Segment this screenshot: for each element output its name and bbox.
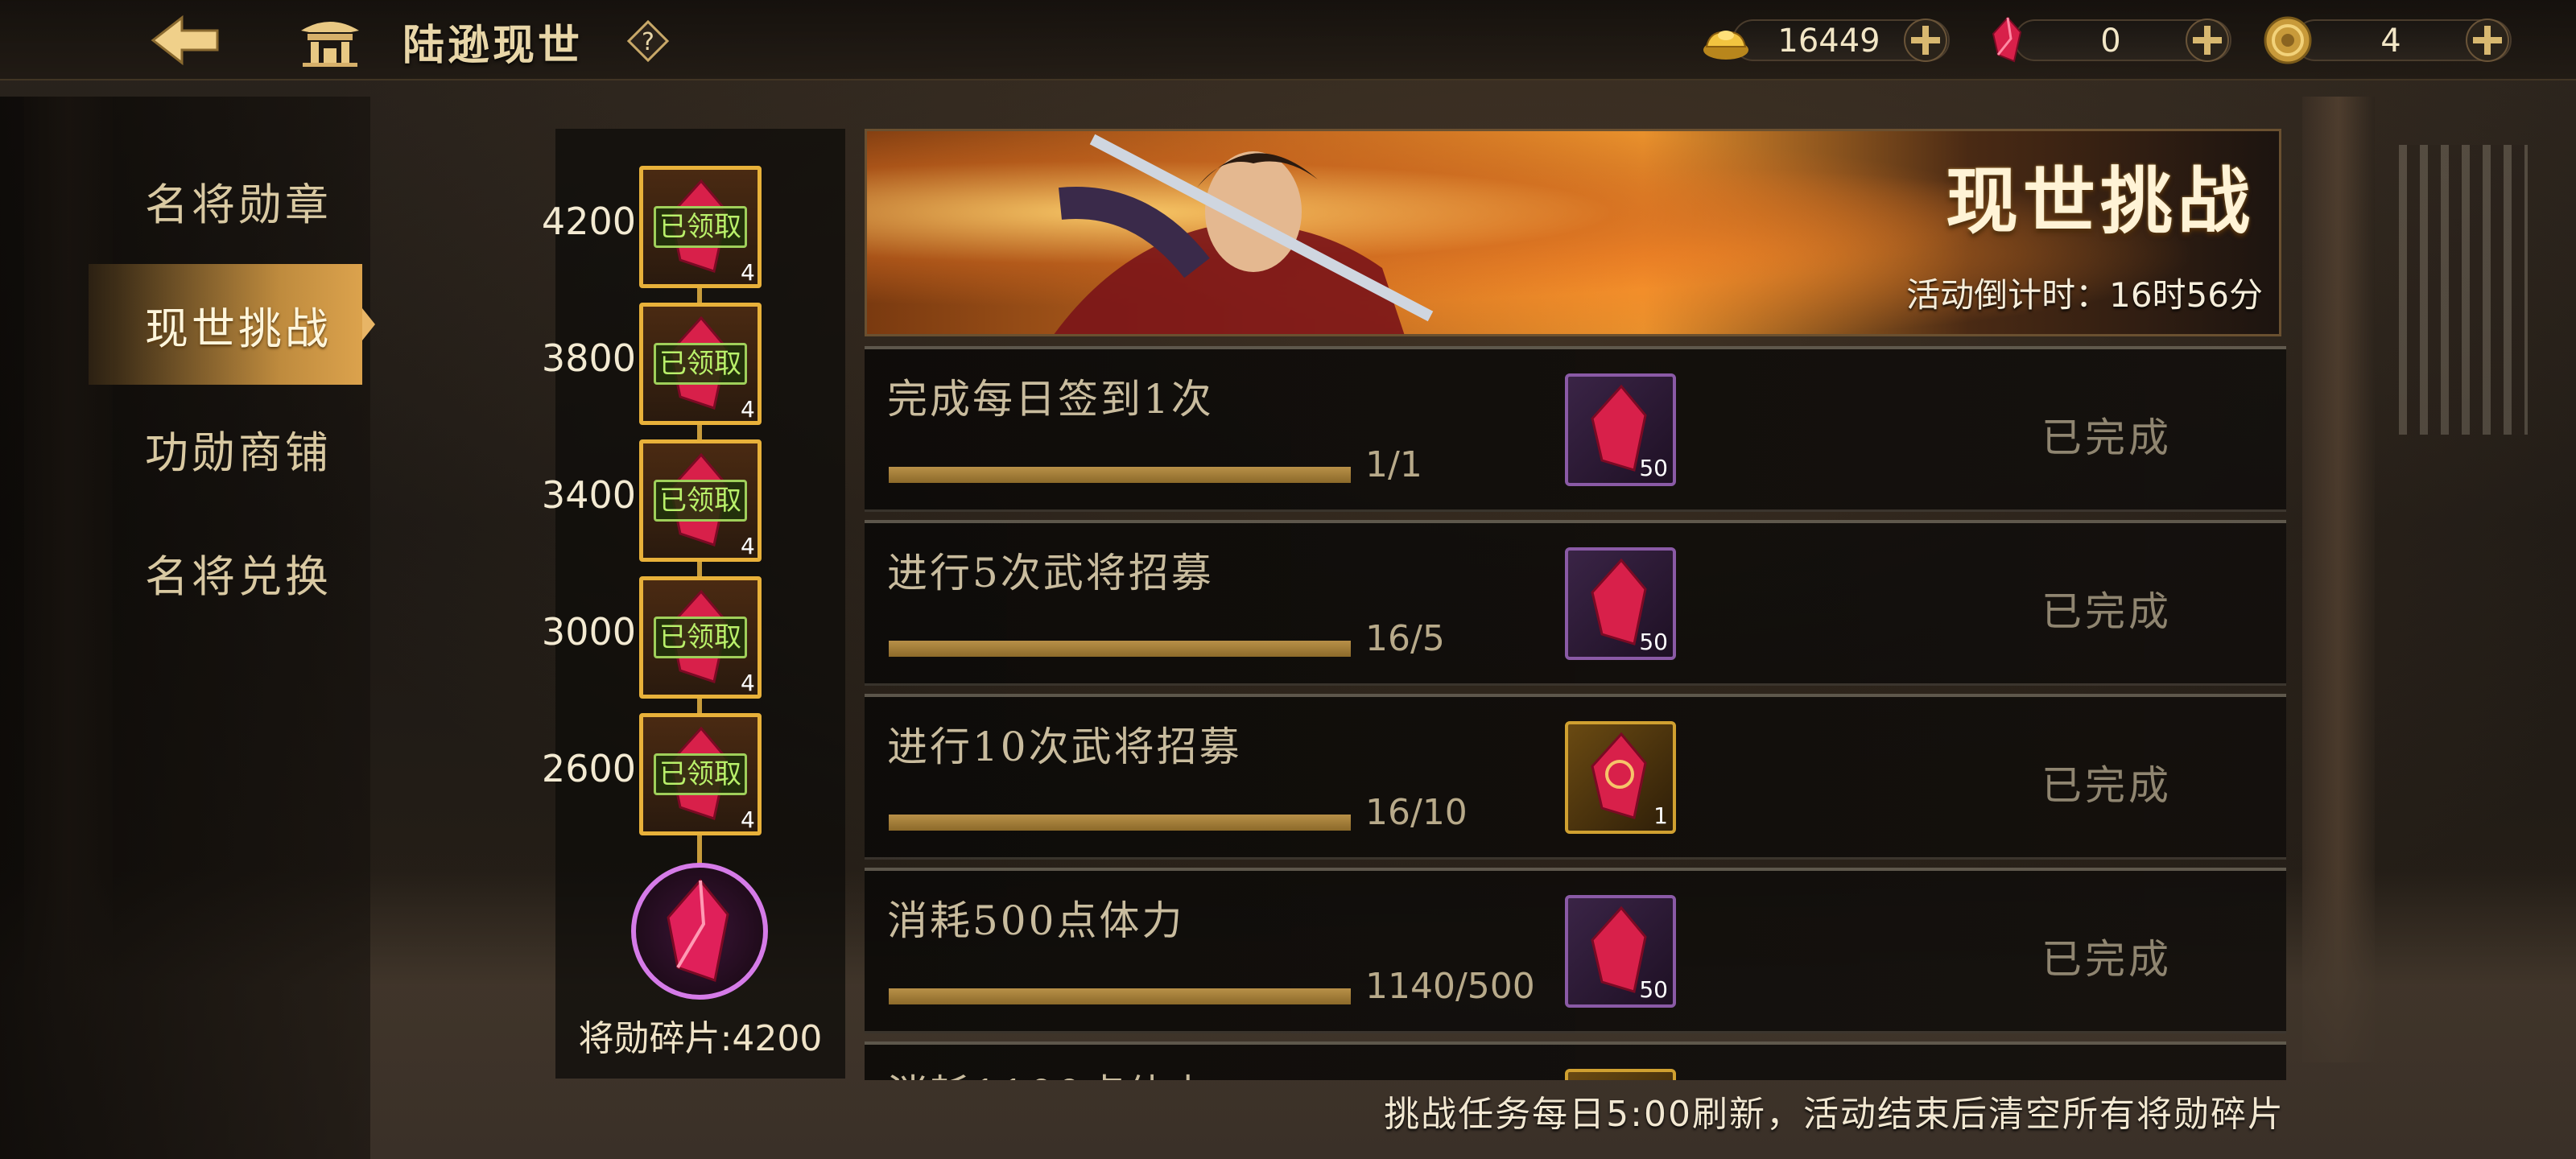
- gold-value: 16449: [1777, 23, 1880, 60]
- task-progress-text: 16/5: [1365, 618, 1445, 659]
- task-progress-bar: [889, 467, 1351, 483]
- menu-item-challenge[interactable]: 现世挑战: [89, 264, 375, 385]
- milestone-item[interactable]: 3000 已领取 4: [515, 576, 773, 699]
- task-name: 进行5次武将招募: [887, 550, 1214, 596]
- task-progress-text: 1/1: [1365, 444, 1422, 485]
- task-progress-fill: [889, 988, 1351, 1004]
- task-row: 完成每日签到1次 1/1 50 已完成: [865, 346, 2286, 512]
- milestone-item[interactable]: 3800 已领取 4: [515, 303, 773, 425]
- task-progress-bar: [889, 988, 1351, 1004]
- task-reward[interactable]: 50: [1565, 373, 1676, 486]
- milestone-points: 3000: [541, 610, 636, 654]
- task-status: 已完成: [2041, 588, 2172, 635]
- coin-value: 4: [2380, 23, 2401, 60]
- reward-quantity: 1: [1653, 802, 1668, 829]
- red-gem-icon: [667, 878, 729, 982]
- task-row: 消耗500点体力 1140/500 50 已完成: [865, 868, 2286, 1033]
- task-progress-fill: [889, 815, 1351, 831]
- menu-item-medals[interactable]: 名将勋章: [89, 140, 362, 261]
- task-progress-text: 1140/500: [1365, 966, 1535, 1007]
- help-icon: ?: [626, 19, 670, 63]
- task-list[interactable]: 完成每日签到1次 1/1 50 已完成 进行5次武将招募 16/5 50 已完成…: [865, 346, 2286, 1080]
- footer-note: 挑战任务每日5:00刷新，活动结束后清空所有将勋碎片: [1384, 1094, 2285, 1135]
- home-button[interactable]: [298, 13, 362, 68]
- help-button[interactable]: ?: [625, 18, 671, 64]
- task-progress-fill: [889, 467, 1351, 483]
- palace-icon: [301, 22, 359, 67]
- menu-item-exchange[interactable]: 名将兑换: [89, 512, 362, 633]
- reward-quantity: 50: [1639, 976, 1668, 1003]
- svg-text:?: ?: [642, 28, 654, 56]
- task-name: 进行10次武将招募: [887, 724, 1242, 770]
- background-window: [2399, 145, 2528, 435]
- task-progress-fill: [889, 641, 1351, 657]
- claimed-badge: 已领取: [654, 753, 747, 795]
- milestone-item[interactable]: 3400 已领取 4: [515, 439, 773, 562]
- fragment-reward[interactable]: [631, 863, 768, 1000]
- milestone-count: 4: [741, 533, 755, 559]
- red-gem-value: 0: [2100, 23, 2121, 60]
- milestone-points: 3800: [541, 336, 636, 380]
- reward-quantity: 50: [1639, 629, 1668, 655]
- claimed-badge: 已领取: [654, 206, 747, 248]
- banner-title: 现世挑战: [1946, 159, 2255, 244]
- task-reward[interactable]: [1565, 1069, 1676, 1080]
- task-reward[interactable]: 50: [1565, 547, 1676, 660]
- gold-ingot-icon: [1703, 31, 1748, 60]
- task-reward[interactable]: 50: [1565, 895, 1676, 1008]
- menu-item-shop[interactable]: 功勋商铺: [89, 388, 362, 509]
- claimed-badge: 已领取: [654, 617, 747, 658]
- red-gem-icon: [1992, 16, 2022, 63]
- task-name: 消耗1100点体力: [887, 1062, 1212, 1080]
- milestone-item[interactable]: 2600 已领取 4: [515, 713, 773, 835]
- top-bar: 陆逊现世 ? 16449 0 4: [0, 0, 2576, 80]
- page-title: 陆逊现世: [402, 21, 584, 70]
- claimed-badge: 已领取: [654, 343, 747, 385]
- reward-quantity: 50: [1639, 455, 1668, 481]
- back-arrow-icon: [151, 14, 219, 66]
- add-gold-button[interactable]: [1901, 18, 1950, 63]
- milestone-count: 4: [741, 806, 755, 833]
- milestone-count: 4: [741, 259, 755, 286]
- resource-gold: 16449: [1700, 14, 1958, 66]
- hero-artwork: [1054, 134, 1434, 334]
- resource-coin: 4: [2262, 14, 2520, 66]
- task-status: 已完成: [2041, 415, 2172, 461]
- task-name: 完成每日签到1次: [887, 376, 1214, 423]
- add-coin-button[interactable]: [2463, 18, 2512, 63]
- task-status: 已完成: [2041, 936, 2172, 983]
- task-row: 消耗1100点体力: [865, 1041, 2286, 1080]
- task-progress-text: 16/10: [1365, 792, 1468, 833]
- milestone-points: 2600: [541, 747, 636, 790]
- back-button[interactable]: [145, 11, 225, 69]
- fragments-label: 将勋碎片:4200: [578, 1018, 823, 1059]
- task-row: 进行5次武将招募 16/5 50 已完成: [865, 520, 2286, 686]
- task-progress-bar: [889, 641, 1351, 657]
- task-row: 进行10次武将招募 16/10 1 已完成: [865, 694, 2286, 860]
- milestone-item[interactable]: 4200 已领取 4: [515, 166, 773, 288]
- challenge-banner: 现世挑战 活动倒计时：16时56分: [865, 129, 2281, 336]
- resource-red-gem: 0: [1982, 14, 2240, 66]
- task-progress-bar: [889, 815, 1351, 831]
- milestone-points: 4200: [541, 200, 636, 243]
- event-countdown: 活动倒计时：16时56分: [1906, 275, 2263, 315]
- task-status: 已完成: [2041, 762, 2172, 809]
- milestone-count: 4: [741, 670, 755, 696]
- task-reward[interactable]: 1: [1565, 721, 1676, 834]
- claimed-badge: 已领取: [654, 480, 747, 522]
- add-red-gem-button[interactable]: [2183, 18, 2231, 63]
- milestone-count: 4: [741, 396, 755, 423]
- coin-icon: [2264, 16, 2312, 64]
- task-name: 消耗500点体力: [887, 897, 1185, 944]
- milestone-points: 3400: [541, 473, 636, 517]
